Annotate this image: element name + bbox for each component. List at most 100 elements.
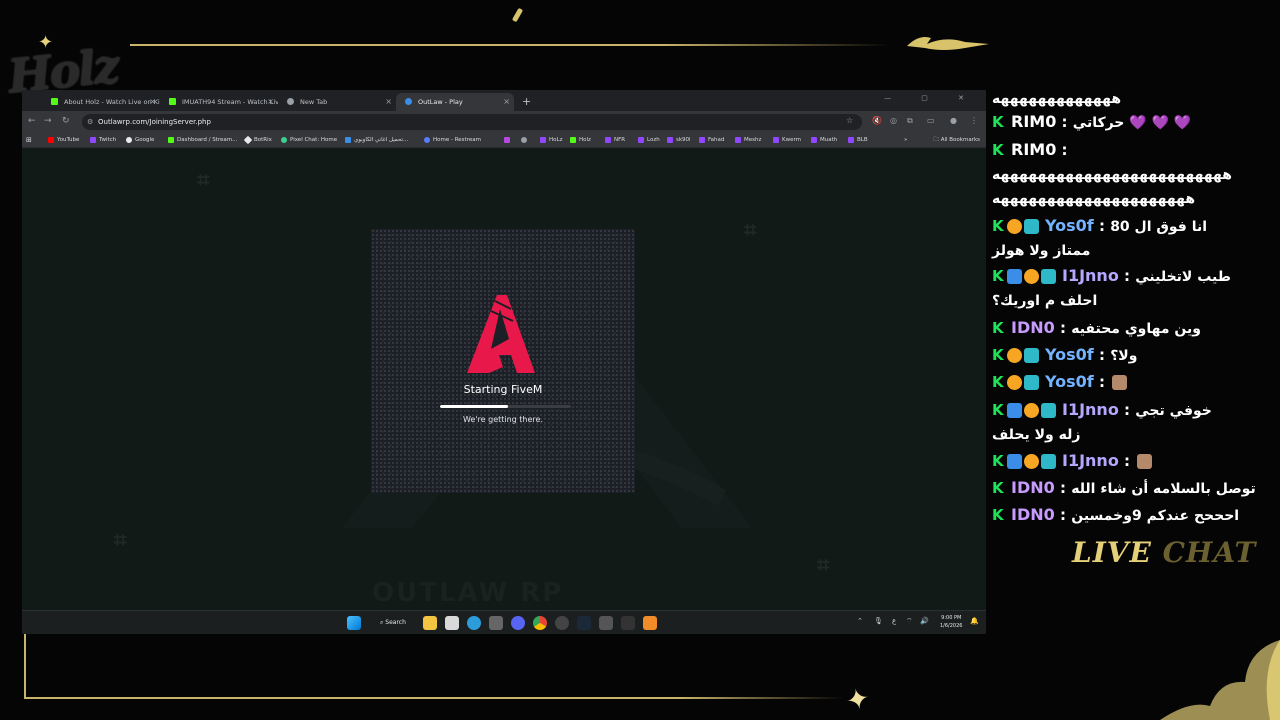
bookmark-star-icon[interactable]: ☆ — [846, 116, 853, 125]
chat-username[interactable]: IDN0 — [1011, 478, 1055, 497]
bottom-star-icon: ✦ — [842, 680, 873, 719]
mute-icon[interactable]: 🔇 — [872, 116, 882, 125]
chat-username[interactable]: I1Jnno — [1062, 266, 1119, 285]
menu-kebab-icon[interactable]: ⋮ — [970, 116, 978, 125]
site-info-icon[interactable]: ⚙ — [87, 114, 93, 130]
chat-message-text: توصل بالسلامه أن شاء الله — [1071, 481, 1256, 497]
bookmark-item[interactable]: Fahad — [699, 133, 724, 148]
stream-overlay: Holz ✦ ✦ About Holz - Watch Live on Ki ×… — [0, 0, 1280, 720]
sidebar-icon[interactable]: ▭ — [927, 116, 935, 125]
bookmark-item[interactable]: Pixel Chat: Home — [281, 133, 337, 148]
windows-start-icon[interactable] — [347, 616, 361, 630]
network-icon[interactable]: ⌔ — [906, 617, 913, 626]
close-tab-icon[interactable]: × — [385, 93, 392, 111]
bookmark-item[interactable]: Meshz — [735, 133, 761, 148]
chat-message: هههههههههههههه — [992, 86, 1274, 111]
file-explorer-icon[interactable] — [423, 616, 437, 630]
bookmark-item[interactable]: Muath — [811, 133, 837, 148]
close-tab-icon[interactable]: × — [267, 93, 274, 111]
discord-icon[interactable] — [511, 616, 525, 630]
chat-username[interactable]: RIM0 — [1011, 112, 1056, 131]
browser-tab-active[interactable]: OutLaw - Play × — [396, 93, 514, 111]
bookmark-item[interactable]: HoLz — [540, 133, 562, 148]
loading-progress-fill — [440, 405, 509, 408]
bookmark-label: Pixel Chat: Home — [290, 137, 338, 143]
apps-grid-icon[interactable]: ⊞ — [26, 133, 32, 148]
chat-username[interactable]: I1Jnno — [1062, 451, 1119, 470]
notification-icon[interactable]: 🔔 — [970, 617, 979, 625]
outlaw-favicon-icon — [405, 98, 412, 105]
chat-separator: : — [1118, 267, 1136, 285]
bookmarks-overflow-icon[interactable]: » — [904, 133, 907, 148]
bookmark-label: Google — [135, 137, 155, 143]
bookmark-item[interactable]: Holz — [570, 133, 591, 148]
browser-tab[interactable]: About Holz - Watch Live on Ki × — [42, 93, 160, 111]
media-app-icon[interactable] — [489, 616, 503, 630]
logitech-icon[interactable] — [621, 616, 635, 630]
chat-message: K I1Jnno : — [992, 449, 1274, 473]
bookmark-item[interactable]: sk90l — [667, 133, 691, 148]
outlaw-watermark: OUTLAW RP — [372, 578, 564, 608]
bookmark-item[interactable]: Lozh — [638, 133, 660, 148]
chat-username[interactable]: Yos0f — [1045, 216, 1094, 235]
new-tab-button[interactable]: + — [522, 93, 531, 111]
language-indicator[interactable]: ع — [892, 617, 896, 625]
chat-username[interactable]: IDN0 — [1011, 505, 1055, 524]
chat-message: K Yos0f : — [992, 370, 1274, 394]
back-icon[interactable]: ← — [28, 116, 36, 126]
kick-badge-icon: K — [992, 141, 1004, 159]
chat-separator: : — [1093, 373, 1111, 391]
store-icon[interactable] — [445, 616, 459, 630]
app-icon[interactable] — [599, 616, 613, 630]
bookmark-item[interactable]: تحميل اغاني الكاوبوي... — [345, 133, 408, 148]
taskbar-search[interactable]: ⌕ Search — [372, 615, 412, 631]
chat-username[interactable]: IDN0 — [1011, 318, 1055, 337]
chat-username[interactable]: RIM0 — [1011, 140, 1056, 159]
twitch-icon — [540, 137, 546, 143]
bookmark-item[interactable]: NFR — [605, 133, 625, 148]
bookmark-item[interactable] — [521, 133, 530, 148]
profile-avatar-icon[interactable]: ● — [950, 116, 957, 125]
bookmark-item[interactable]: Kwerm — [773, 133, 801, 148]
edge-icon[interactable] — [467, 616, 481, 630]
address-bar[interactable]: ⚙ Outlawrp.com/JoiningServer.php — [82, 114, 862, 130]
close-tab-icon[interactable]: × — [149, 93, 156, 111]
bookmark-item[interactable]: Google — [126, 133, 154, 148]
extensions-puzzle-icon[interactable]: ⧉ — [907, 116, 913, 126]
chrome-icon[interactable] — [533, 616, 547, 630]
coin-badge-icon — [1007, 375, 1022, 390]
taskbar-clock[interactable]: 9:00 PM 1/6/2026 — [940, 614, 962, 630]
fivem-taskbar-icon[interactable] — [643, 616, 657, 630]
sub-badge-icon — [1041, 269, 1056, 284]
forward-icon[interactable]: → — [44, 116, 52, 126]
kick-badge-icon: K — [992, 113, 1004, 131]
reload-icon[interactable]: ↻ — [62, 116, 70, 126]
sub-badge-icon — [1024, 375, 1039, 390]
steam-icon[interactable] — [577, 616, 591, 630]
extension-icon[interactable]: ◎ — [890, 116, 897, 125]
volume-icon[interactable]: 🔊 — [920, 617, 929, 625]
bookmark-item[interactable]: Dashboard / Stream... — [168, 133, 237, 148]
browser-tab[interactable]: IMUATH94 Stream - Watch Liv × — [160, 93, 278, 111]
bookmark-item[interactable]: BotRix — [243, 133, 272, 148]
chat-username[interactable]: Yos0f — [1045, 345, 1094, 364]
kick-favicon-icon — [51, 98, 58, 105]
kick-badge-icon: K — [992, 373, 1004, 391]
chat-username[interactable]: Yos0f — [1045, 372, 1094, 391]
bookmark-item[interactable]: Home - Restream — [424, 133, 481, 148]
loading-progress-bar — [440, 405, 571, 408]
bookmark-item[interactable]: BLB — [848, 133, 868, 148]
chat-message-text: احححح عندكم 9وخمسين — [1071, 508, 1240, 524]
window-controls[interactable]: — ▢ ✕ — [884, 94, 978, 102]
chat-username[interactable]: I1Jnno — [1062, 400, 1119, 419]
bookmark-item[interactable]: YouTube — [48, 133, 79, 148]
obs-icon[interactable] — [555, 616, 569, 630]
all-bookmarks-button[interactable]: 🗀 All Bookmarks — [933, 133, 980, 148]
bookmark-item[interactable]: Twitch — [90, 133, 116, 148]
microphone-icon[interactable]: 🎙 — [874, 617, 883, 625]
browser-tab[interactable]: New Tab × — [278, 93, 396, 111]
close-tab-icon[interactable]: × — [503, 93, 510, 111]
bookmark-label: Lozh — [647, 137, 660, 143]
tray-overflow-icon[interactable]: ⌃ — [857, 617, 863, 625]
bookmark-item[interactable] — [504, 133, 513, 148]
